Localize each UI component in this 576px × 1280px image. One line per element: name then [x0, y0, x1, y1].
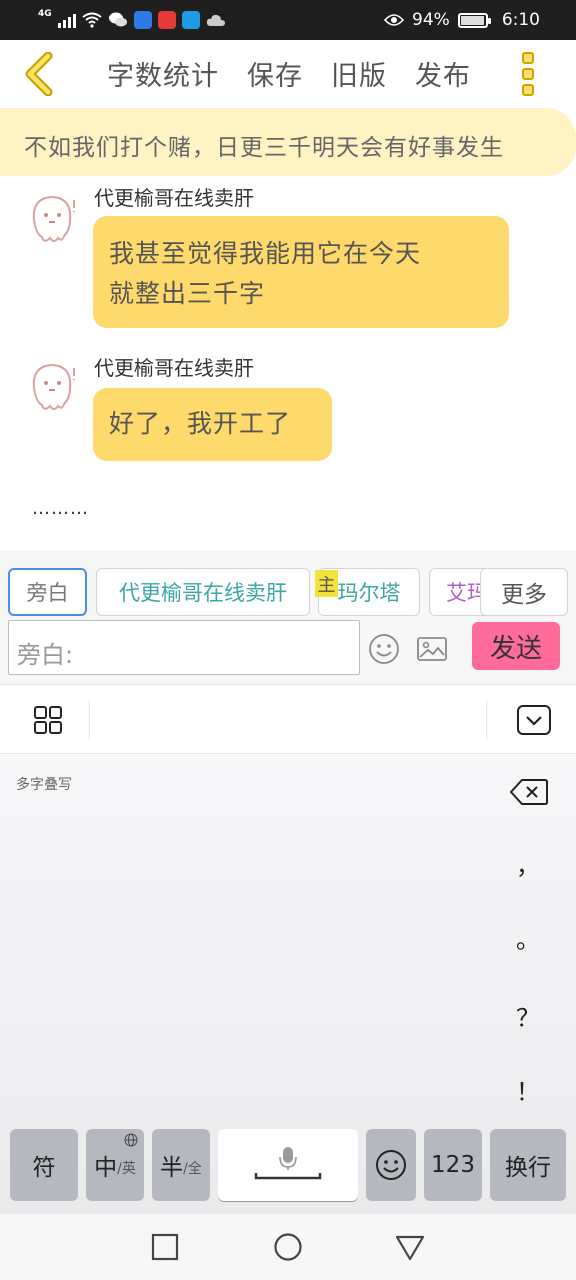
more-roles-label: 更多	[501, 582, 547, 608]
back-triangle-icon[interactable]	[395, 1232, 425, 1262]
key-sublabel: /英	[117, 1161, 136, 1177]
bubble-line: 我甚至觉得我能用它在今天	[109, 239, 422, 268]
recents-square-icon[interactable]	[150, 1232, 180, 1262]
wifi-icon	[82, 12, 102, 28]
nav-actions: 字数统计 保存 旧版 发布	[107, 54, 471, 93]
toolbar-divider	[89, 701, 90, 739]
language-switch-key[interactable]: 中/英	[86, 1129, 144, 1201]
keyboard-toolbar	[0, 684, 576, 754]
narration-text[interactable]: ………	[32, 498, 89, 519]
symbol-key[interactable]: 符	[10, 1129, 78, 1201]
message-sender: 代更榆哥在线卖肝	[94, 356, 254, 380]
emoji-key[interactable]	[366, 1129, 416, 1201]
keyboard-collapse-icon[interactable]	[517, 705, 551, 735]
battery-fill	[460, 15, 484, 25]
key-label: 换行	[505, 1155, 551, 1181]
half-width-key[interactable]: 半/全	[152, 1129, 210, 1201]
role-chip-label: 玛尔塔	[337, 581, 401, 605]
word-count-button[interactable]: 字数统计	[107, 54, 219, 93]
send-button[interactable]: 发送	[472, 622, 560, 670]
chat-bubble[interactable]: 好了，我开工了	[93, 388, 332, 461]
numbers-key[interactable]: 123	[424, 1129, 482, 1201]
status-bar: 4G 94% 6:10	[0, 0, 576, 40]
status-left: 4G	[38, 8, 226, 32]
top-nav: 字数统计 保存 旧版 发布	[0, 40, 576, 110]
battery-icon	[457, 12, 491, 28]
exclamation-key[interactable]: ！	[510, 1072, 546, 1107]
microphone-icon	[254, 1147, 322, 1180]
cloud-icon	[206, 14, 225, 26]
more-menu-icon[interactable]	[522, 52, 536, 96]
avatar-ghost-icon	[32, 363, 75, 410]
globe-icon	[124, 1133, 138, 1147]
news-app-icon	[157, 11, 176, 29]
old-version-button[interactable]: 旧版	[331, 54, 387, 93]
bubble-line: 就整出三千字	[109, 279, 266, 308]
battery-percent: 94%	[412, 10, 450, 30]
publish-button[interactable]: 发布	[415, 54, 471, 93]
bubble-line: 好了，我开工了	[109, 409, 292, 438]
clock: 6:10	[501, 10, 540, 30]
key-sublabel: /全	[183, 1161, 202, 1177]
browser-app-icon	[133, 11, 152, 29]
question-key[interactable]: ？	[510, 998, 546, 1033]
role-chip-narrator[interactable]: 旁白	[8, 568, 87, 616]
key-label: 中	[94, 1155, 118, 1181]
back-chevron-icon[interactable]	[22, 52, 56, 96]
system-nav-bar	[0, 1214, 576, 1280]
motivation-banner: 不如我们打个赌，日更三千明天会有好事发生	[0, 108, 576, 176]
toolbar-divider	[486, 701, 487, 739]
home-circle-icon[interactable]	[273, 1232, 303, 1262]
message-sender: 代更榆哥在线卖肝	[94, 186, 254, 210]
enter-key[interactable]: 换行	[490, 1129, 566, 1201]
eye-icon	[384, 14, 405, 26]
grid-menu-icon[interactable]	[34, 706, 62, 734]
period-key[interactable]: 。	[510, 920, 546, 955]
main-role-badge: 主	[315, 570, 338, 597]
handwriting-mode-label: 多字叠写	[16, 777, 72, 793]
status-right: 94% 6:10	[384, 8, 540, 32]
emoji-icon[interactable]	[368, 633, 400, 665]
signal-icon	[57, 12, 76, 28]
role-chip-label: 代更榆哥在线卖肝	[119, 581, 287, 605]
role-chip-author[interactable]: 代更榆哥在线卖肝	[96, 568, 310, 616]
role-chip-label: 旁白	[26, 581, 69, 605]
qq-browser-icon	[181, 11, 200, 29]
backspace-icon[interactable]	[510, 778, 548, 806]
more-roles-button[interactable]: 更多	[480, 568, 568, 616]
image-icon[interactable]	[416, 633, 448, 665]
comma-key[interactable]: ，	[510, 846, 546, 881]
network-type: 4G	[38, 9, 52, 19]
avatar-ghost-icon	[32, 195, 75, 242]
chat-bubble[interactable]: 我甚至觉得我能用它在今天 就整出三千字	[93, 216, 509, 328]
key-label: 符	[32, 1155, 56, 1181]
wechat-icon	[108, 12, 127, 27]
space-key[interactable]	[218, 1129, 358, 1201]
key-label: 半	[160, 1155, 184, 1181]
save-button[interactable]: 保存	[247, 54, 303, 93]
dialogue-input[interactable]: 旁白:	[8, 620, 360, 675]
smiley-icon	[376, 1150, 406, 1180]
key-label: 123	[431, 1152, 475, 1178]
